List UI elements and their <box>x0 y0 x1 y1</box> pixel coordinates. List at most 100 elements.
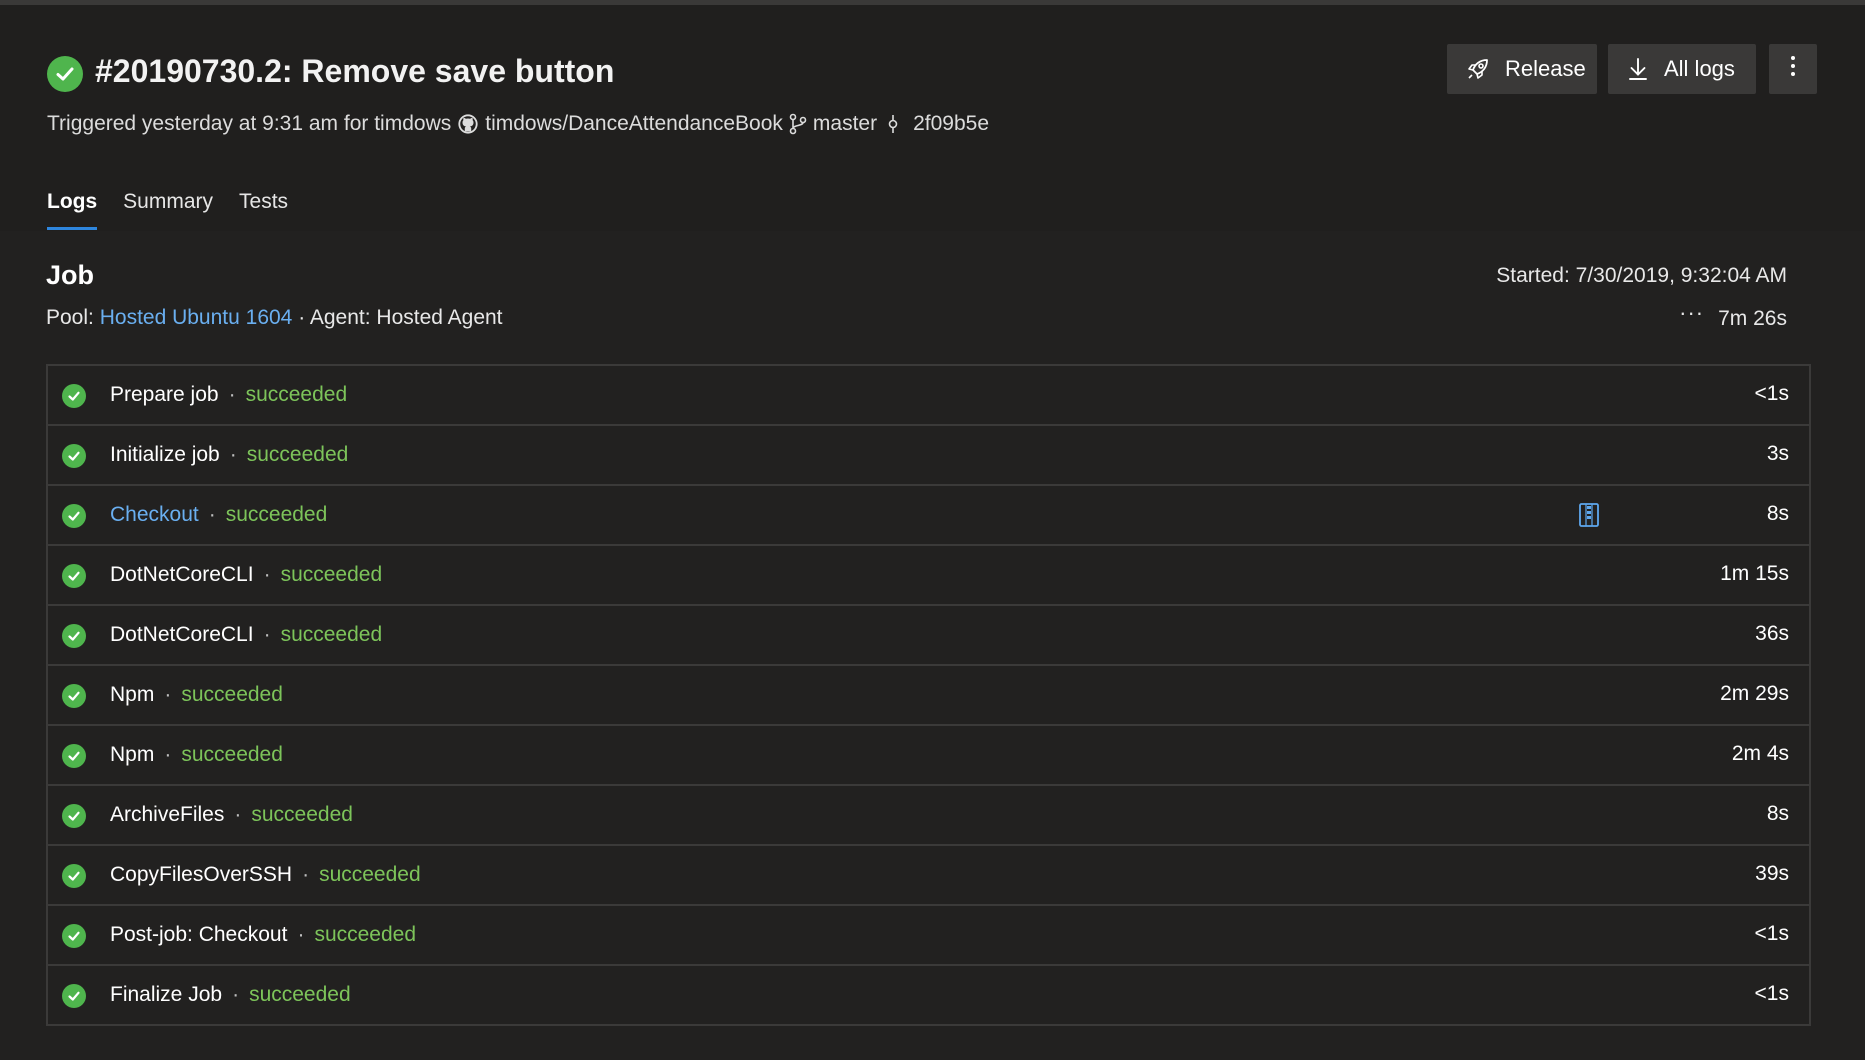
agent-text: · Agent: Hosted Agent <box>298 306 503 329</box>
job-duration-value: 7m 26s <box>1718 307 1787 330</box>
download-icon <box>1626 56 1650 82</box>
zip-icon[interactable] <box>1578 502 1600 533</box>
success-check-icon <box>62 744 86 768</box>
tab-bar: Logs Summary Tests <box>47 190 314 230</box>
all-logs-button[interactable]: All logs <box>1608 44 1756 94</box>
success-check-icon <box>62 684 86 708</box>
step-duration: 8s <box>1766 502 1789 525</box>
success-check-icon <box>62 504 86 528</box>
separator-dot: · <box>164 683 172 706</box>
job-steps-list: Prepare job · succeeded <1s Initialize job · s… <box>46 364 1811 1026</box>
commit-hash[interactable]: 2f09b5e <box>913 112 989 136</box>
branch-name[interactable]: master <box>813 112 877 136</box>
separator-dot: · <box>234 803 242 826</box>
step-name: Initialize job <box>110 443 220 466</box>
job-started-time: Started: 7/30/2019, 9:32:04 AM <box>1496 264 1787 287</box>
job-duration: ··· 7m 26s <box>1679 300 1787 332</box>
step-row[interactable]: ArchiveFiles · succeeded 8s <box>48 786 1809 846</box>
success-check-icon <box>62 984 86 1008</box>
vertical-ellipsis-icon <box>1790 54 1796 84</box>
success-check-icon <box>62 864 86 888</box>
branch-icon <box>789 113 807 135</box>
step-duration: 8s <box>1766 802 1789 825</box>
release-label: Release <box>1505 56 1586 81</box>
step-row[interactable]: CopyFilesOverSSH · succeeded 39s <box>48 846 1809 906</box>
step-result: succeeded <box>245 383 348 406</box>
job-meta: Pool: Hosted Ubuntu 1604 · Agent: Hosted… <box>46 306 503 330</box>
success-check-icon <box>62 804 86 828</box>
step-name: ArchiveFiles <box>110 803 225 826</box>
step-name: Post-job: Checkout <box>110 923 288 946</box>
step-row[interactable]: Initialize job · succeeded 3s <box>48 426 1809 486</box>
step-duration: 1m 15s <box>1720 562 1789 585</box>
separator-dot: · <box>228 383 236 406</box>
step-duration: <1s <box>1754 922 1789 945</box>
success-check-icon <box>62 384 86 408</box>
step-row[interactable]: Npm · succeeded 2m 29s <box>48 666 1809 726</box>
step-duration: 2m 4s <box>1731 742 1789 765</box>
build-title: #20190730.2: Remove save button <box>95 53 615 89</box>
step-label: Npm · succeeded <box>110 683 283 707</box>
more-actions-button[interactable] <box>1769 44 1817 94</box>
tab-logs[interactable]: Logs <box>47 190 98 230</box>
separator-dot: · <box>263 623 271 646</box>
build-header: #20190730.2: Remove save button Triggere… <box>0 5 1865 231</box>
step-duration: 3s <box>1766 442 1789 465</box>
step-label: ArchiveFiles · succeeded <box>110 803 353 827</box>
step-label: CopyFilesOverSSH · succeeded <box>110 863 421 887</box>
step-label: Npm · succeeded <box>110 743 283 767</box>
step-label: Post-job: Checkout · succeeded <box>110 923 416 947</box>
step-row[interactable]: Finalize Job · succeeded <1s <box>48 966 1809 1024</box>
step-result: succeeded <box>280 563 383 586</box>
step-row[interactable]: DotNetCoreCLI · succeeded 36s <box>48 606 1809 666</box>
success-check-icon <box>47 56 83 92</box>
success-check-icon <box>62 624 86 648</box>
separator-dot: · <box>208 503 216 526</box>
step-row[interactable]: Npm · succeeded 2m 4s <box>48 726 1809 786</box>
github-icon <box>457 113 479 135</box>
separator-dot: · <box>297 923 305 946</box>
step-duration: <1s <box>1754 982 1789 1005</box>
separator-dot: · <box>263 563 271 586</box>
success-check-icon <box>62 564 86 588</box>
release-button[interactable]: Release <box>1447 44 1597 94</box>
step-label: DotNetCoreCLI · succeeded <box>110 623 382 647</box>
step-result: succeeded <box>314 923 417 946</box>
step-label: Finalize Job · succeeded <box>110 983 351 1007</box>
step-row[interactable]: DotNetCoreCLI · succeeded 1m 15s <box>48 546 1809 606</box>
step-name[interactable]: Checkout <box>110 503 199 526</box>
step-label: Initialize job · succeeded <box>110 443 348 467</box>
step-label: Checkout · succeeded <box>110 503 327 527</box>
step-duration: <1s <box>1754 382 1789 405</box>
step-name: CopyFilesOverSSH <box>110 863 293 886</box>
tab-tests[interactable]: Tests <box>239 190 288 230</box>
success-check-icon <box>62 924 86 948</box>
pool-label: Pool: <box>46 306 94 329</box>
more-options-icon[interactable]: ··· <box>1679 300 1704 326</box>
rocket-icon <box>1465 56 1491 82</box>
commit-icon <box>887 113 899 135</box>
step-result: succeeded <box>319 863 421 886</box>
separator-dot: · <box>302 863 310 886</box>
step-label: Prepare job · succeeded <box>110 383 347 407</box>
separator-dot: · <box>232 983 240 1006</box>
step-result: succeeded <box>249 983 351 1006</box>
repo-link[interactable]: timdows/DanceAttendanceBook <box>485 112 783 136</box>
step-row[interactable]: Post-job: Checkout · succeeded <1s <box>48 906 1809 966</box>
step-name: Prepare job <box>110 383 219 406</box>
step-result: succeeded <box>225 503 328 526</box>
step-row[interactable]: Checkout · succeeded 8s <box>48 486 1809 546</box>
step-row[interactable]: Prepare job · succeeded <1s <box>48 366 1809 426</box>
build-meta: Triggered yesterday at 9:31 am for timdo… <box>47 112 989 136</box>
trigger-text: Triggered yesterday at 9:31 am for timdo… <box>47 112 452 135</box>
step-result: succeeded <box>280 623 383 646</box>
step-result: succeeded <box>181 683 283 706</box>
pool-link[interactable]: Hosted Ubuntu 1604 <box>100 306 293 329</box>
step-result: succeeded <box>246 443 349 466</box>
all-logs-label: All logs <box>1664 56 1735 81</box>
step-name: DotNetCoreCLI <box>110 623 254 646</box>
step-duration: 2m 29s <box>1720 682 1789 705</box>
tab-summary[interactable]: Summary <box>123 190 213 230</box>
separator-dot: · <box>164 743 172 766</box>
success-check-icon <box>62 444 86 468</box>
